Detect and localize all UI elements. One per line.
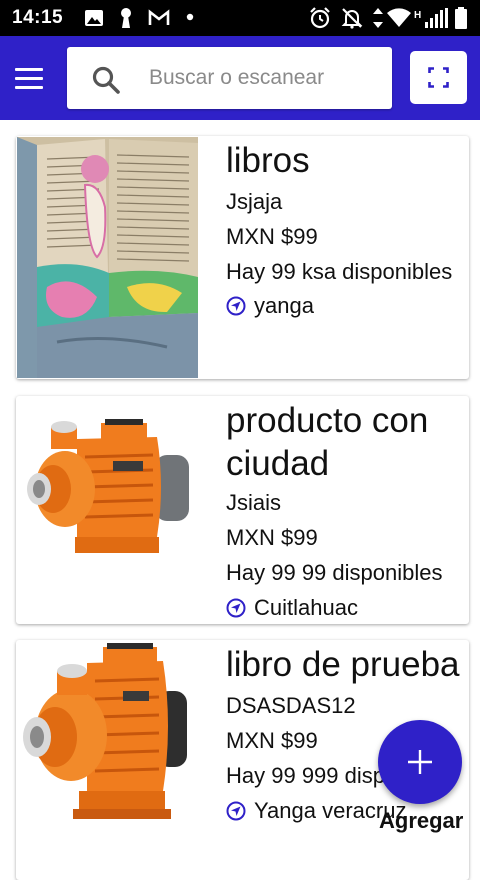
product-stock: Hay 99 ksa disponibles xyxy=(226,259,453,284)
notification-dot-icon xyxy=(186,13,194,21)
product-code: Jsjaja xyxy=(226,189,283,214)
product-location: yanga xyxy=(226,292,466,320)
product-image xyxy=(17,397,198,623)
search-input[interactable] xyxy=(149,61,369,95)
product-title: libro de prueba xyxy=(226,645,460,684)
book-photo-image xyxy=(17,137,198,378)
network-type-label: H xyxy=(414,10,422,21)
product-price: MXN $99 xyxy=(226,525,318,550)
product-image xyxy=(17,137,198,378)
data-arrows-icon xyxy=(373,8,383,28)
product-location-text: yanga xyxy=(254,293,314,318)
add-product-button[interactable] xyxy=(378,720,462,804)
alarm-icon xyxy=(310,7,330,29)
battery-icon xyxy=(455,7,467,29)
add-product-label: Agregar xyxy=(379,808,464,833)
app-bar xyxy=(0,36,480,120)
product-card[interactable]: libros Jsjaja MXN $99 Hay 99 ksa disponi… xyxy=(16,136,469,379)
product-price: MXN $99 xyxy=(226,224,318,249)
search-bar xyxy=(67,47,392,109)
water-pump-image xyxy=(17,641,198,879)
water-pump-image xyxy=(17,397,198,623)
product-location: Cuitlahuac xyxy=(226,594,466,622)
product-card[interactable]: producto con ciudad Jsiais MXN $99 Hay 9… xyxy=(16,396,469,624)
product-location-text: Cuitlahuac xyxy=(254,595,358,620)
scan-button[interactable] xyxy=(410,51,467,104)
location-arrow-icon xyxy=(226,296,246,316)
search-icon xyxy=(92,66,120,94)
product-info: producto con ciudad Jsiais MXN $99 Hay 9… xyxy=(226,396,466,622)
product-code: Jsiais xyxy=(226,490,282,515)
menu-button[interactable] xyxy=(12,66,48,92)
gallery-icon xyxy=(85,10,103,26)
product-image xyxy=(17,641,198,879)
product-code: DSASDAS12 xyxy=(226,693,356,718)
location-arrow-icon xyxy=(226,801,246,821)
product-title: producto con ciudad xyxy=(226,401,429,483)
keyhole-icon xyxy=(121,8,131,28)
gmail-icon xyxy=(148,9,170,25)
scan-frame-icon xyxy=(428,67,449,88)
product-stock: Hay 99 99 disponibles xyxy=(226,560,443,585)
plus-icon xyxy=(408,750,432,774)
product-info: libros Jsjaja MXN $99 Hay 99 ksa disponi… xyxy=(226,136,466,320)
muted-bell-icon xyxy=(341,8,363,29)
status-bar: 14:15 H xyxy=(0,0,480,36)
location-arrow-icon xyxy=(226,598,246,618)
product-title: libros xyxy=(226,141,310,180)
status-time: 14:15 xyxy=(12,7,64,28)
signal-icon xyxy=(425,8,448,28)
wifi-icon xyxy=(387,8,411,27)
